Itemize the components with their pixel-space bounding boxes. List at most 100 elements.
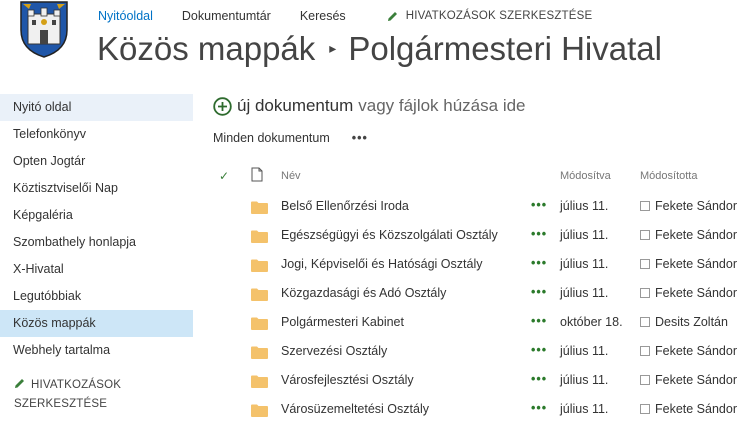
- table-row[interactable]: Városüzemeltetési Osztály ••• július 11.…: [213, 395, 750, 424]
- row-more-options-icon[interactable]: •••: [531, 401, 547, 415]
- modified-by-name[interactable]: Desits Zoltán: [655, 315, 728, 329]
- row-more-options-icon[interactable]: •••: [531, 285, 547, 299]
- document-icon: [251, 167, 263, 182]
- modified-date: július 11.: [560, 286, 609, 300]
- row-more-options-icon[interactable]: •••: [531, 227, 547, 241]
- edit-links-top-button[interactable]: HIVATKOZÁSOK SZERKESZTÉSE: [387, 10, 593, 22]
- sidebar-item-home[interactable]: Nyitó oldal: [0, 94, 193, 121]
- sidebar-item-city-website[interactable]: Szombathely honlapja: [0, 229, 193, 256]
- row-more-options-icon[interactable]: •••: [531, 314, 547, 328]
- add-circle-icon[interactable]: [213, 96, 232, 116]
- folder-name-link[interactable]: Egészségügyi és Közszolgálati Osztály: [281, 228, 498, 242]
- folder-icon: [251, 201, 268, 217]
- folder-name-link[interactable]: Szervezési Osztály: [281, 344, 387, 358]
- document-list: ✓ Név Módosítva Módosította Belső Ellenő…: [213, 164, 750, 424]
- file-type-column-icon[interactable]: [251, 167, 263, 185]
- view-all-documents[interactable]: Minden dokumentum: [213, 131, 330, 145]
- modified-by: Fekete Sándor: [640, 228, 737, 242]
- site-logo[interactable]: [19, 0, 69, 58]
- topnav-item-document-library[interactable]: Dokumentumtár: [182, 9, 271, 23]
- column-header-name[interactable]: Név: [281, 170, 301, 182]
- folder-icon: [251, 404, 268, 420]
- modified-by-name[interactable]: Fekete Sándor: [655, 402, 737, 416]
- table-body: Belső Ellenőrzési Iroda ••• július 11. F…: [213, 192, 750, 424]
- presence-status-icon: [640, 230, 650, 240]
- folder-icon: [251, 375, 268, 391]
- modified-by-name[interactable]: Fekete Sándor: [655, 228, 737, 242]
- modified-by: Fekete Sándor: [640, 344, 737, 358]
- edit-links-sidebar-label-1: HIVATKOZÁSOK: [31, 379, 122, 391]
- table-header: ✓ Név Módosítva Módosította: [213, 164, 750, 192]
- sidebar-item-phonebook[interactable]: Telefonkönyv: [0, 121, 193, 148]
- modified-date: július 11.: [560, 228, 609, 242]
- coat-of-arms-icon: [20, 1, 68, 58]
- table-row[interactable]: Jogi, Képviselői és Hatósági Osztály •••…: [213, 250, 750, 279]
- new-document-link[interactable]: új dokumentum: [237, 96, 353, 116]
- breadcrumb-current: Polgármesteri Hivatal: [348, 30, 662, 67]
- modified-by-name[interactable]: Fekete Sándor: [655, 257, 737, 271]
- row-more-options-icon[interactable]: •••: [531, 372, 547, 386]
- view-selector-bar: Minden dokumentum •••: [213, 131, 368, 145]
- sidebar-item-site-contents[interactable]: Webhely tartalma: [0, 337, 193, 364]
- table-row[interactable]: Városfejlesztési Osztály ••• július 11. …: [213, 366, 750, 395]
- edit-links-sidebar-button[interactable]: HIVATKOZÁSOK SZERKESZTÉSE: [0, 376, 193, 414]
- topnav-item-home[interactable]: Nyitóoldal: [98, 9, 153, 23]
- modified-by: Fekete Sándor: [640, 199, 737, 213]
- top-navigation: Nyitóoldal Dokumentumtár Keresés HIVATKO…: [98, 8, 592, 24]
- pencil-icon: [15, 379, 24, 388]
- modified-date: július 11.: [560, 373, 609, 387]
- breadcrumb-parent-link[interactable]: Közös mappák: [97, 30, 315, 68]
- folder-icon: [251, 317, 268, 333]
- folder-name-link[interactable]: Jogi, Képviselői és Hatósági Osztály: [281, 257, 482, 271]
- modified-by-name[interactable]: Fekete Sándor: [655, 344, 737, 358]
- folder-name-link[interactable]: Belső Ellenőrzési Iroda: [281, 199, 409, 213]
- presence-status-icon: [640, 259, 650, 269]
- modified-date: július 11.: [560, 344, 609, 358]
- presence-status-icon: [640, 288, 650, 298]
- select-all-checkmark-icon[interactable]: ✓: [219, 169, 229, 183]
- sidebar-item-shared-folders[interactable]: Közös mappák: [0, 310, 193, 337]
- presence-status-icon: [640, 404, 650, 414]
- folder-name-link[interactable]: Városüzemeltetési Osztály: [281, 402, 429, 416]
- edit-links-top-label: HIVATKOZÁSOK SZERKESZTÉSE: [405, 10, 593, 22]
- sidebar-item-civil-servants-day[interactable]: Köztisztviselői Nap: [0, 175, 193, 202]
- topnav-item-search[interactable]: Keresés: [300, 9, 346, 23]
- pencil-icon: [387, 11, 397, 21]
- edit-links-sidebar-label-2: SZERKESZTÉSE: [14, 398, 108, 410]
- modified-by: Fekete Sándor: [640, 286, 737, 300]
- table-row[interactable]: Egészségügyi és Közszolgálati Osztály ••…: [213, 221, 750, 250]
- modified-by-name[interactable]: Fekete Sándor: [655, 199, 737, 213]
- modified-by: Fekete Sándor: [640, 402, 737, 416]
- sidebar-item-gallery[interactable]: Képgaléria: [0, 202, 193, 229]
- table-row[interactable]: Polgármesteri Kabinet ••• október 18. De…: [213, 308, 750, 337]
- new-document-bar: új dokumentum vagy fájlok húzása ide: [213, 96, 526, 116]
- table-row[interactable]: Szervezési Osztály ••• július 11. Fekete…: [213, 337, 750, 366]
- presence-status-icon: [640, 317, 650, 327]
- view-more-options-icon[interactable]: •••: [352, 131, 368, 145]
- folder-icon: [251, 288, 268, 304]
- folder-name-link[interactable]: Polgármesteri Kabinet: [281, 315, 404, 329]
- modified-by: Desits Zoltán: [640, 315, 728, 329]
- folder-icon: [251, 259, 268, 275]
- column-header-modified-by[interactable]: Módosította: [640, 170, 697, 182]
- modified-date: július 11.: [560, 257, 609, 271]
- sidebar-item-opten-jogtar[interactable]: Opten Jogtár: [0, 148, 193, 175]
- table-row[interactable]: Belső Ellenőrzési Iroda ••• július 11. F…: [213, 192, 750, 221]
- modified-date: október 18.: [560, 315, 623, 329]
- drag-files-hint: vagy fájlok húzása ide: [358, 96, 526, 115]
- table-row[interactable]: Közgazdasági és Adó Osztály ••• július 1…: [213, 279, 750, 308]
- modified-by-name[interactable]: Fekete Sándor: [655, 373, 737, 387]
- folder-name-link[interactable]: Városfejlesztési Osztály: [281, 373, 414, 387]
- modified-by-name[interactable]: Fekete Sándor: [655, 286, 737, 300]
- presence-status-icon: [640, 346, 650, 356]
- row-more-options-icon[interactable]: •••: [531, 256, 547, 270]
- sidebar-item-x-hivatal[interactable]: X-Hivatal: [0, 256, 193, 283]
- row-more-options-icon[interactable]: •••: [531, 198, 547, 212]
- row-more-options-icon[interactable]: •••: [531, 343, 547, 357]
- modified-date: július 11.: [560, 199, 609, 213]
- column-header-modified[interactable]: Módosítva: [560, 170, 611, 182]
- modified-by: Fekete Sándor: [640, 373, 737, 387]
- sidebar-item-recent[interactable]: Legutóbbiak: [0, 283, 193, 310]
- folder-name-link[interactable]: Közgazdasági és Adó Osztály: [281, 286, 446, 300]
- modified-by: Fekete Sándor: [640, 257, 737, 271]
